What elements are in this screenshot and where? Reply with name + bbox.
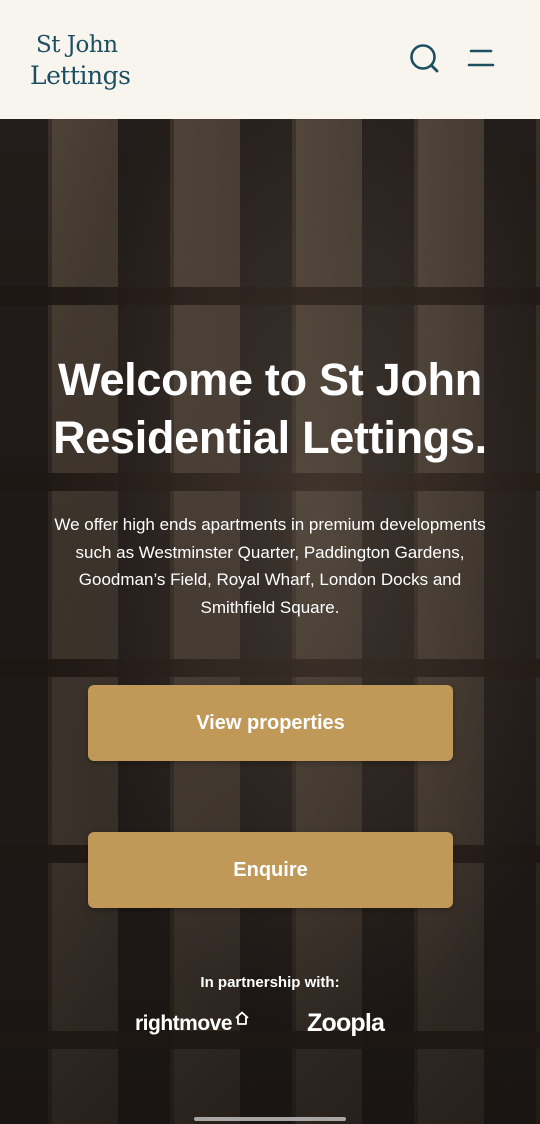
rightmove-text: rightmove (135, 1012, 233, 1035)
house-icon (235, 1011, 249, 1025)
logo-line1: St John (36, 32, 118, 58)
partnership-label: In partnership with: (200, 974, 340, 991)
rightmove-logo[interactable]: rightmove (135, 1011, 250, 1036)
logo-line2: Lettings (30, 61, 131, 90)
hero-intro: We offer high ends apartments in premium… (54, 515, 486, 617)
site-header: St John Lettings (0, 0, 540, 119)
enquire-button[interactable]: Enquire (88, 832, 453, 908)
home-indicator[interactable] (194, 1117, 346, 1121)
search-icon[interactable] (406, 40, 442, 76)
view-properties-button[interactable]: View properties (88, 685, 453, 761)
logo[interactable]: St John Lettings (30, 30, 131, 92)
hero-title: Welcome to St John Residential Lettings. (53, 354, 487, 463)
menu-icon[interactable] (464, 40, 500, 76)
hero-section: Welcome to St John Residential Lettings.… (0, 119, 540, 1124)
zoopla-logo[interactable]: Zoopla (307, 1009, 385, 1038)
